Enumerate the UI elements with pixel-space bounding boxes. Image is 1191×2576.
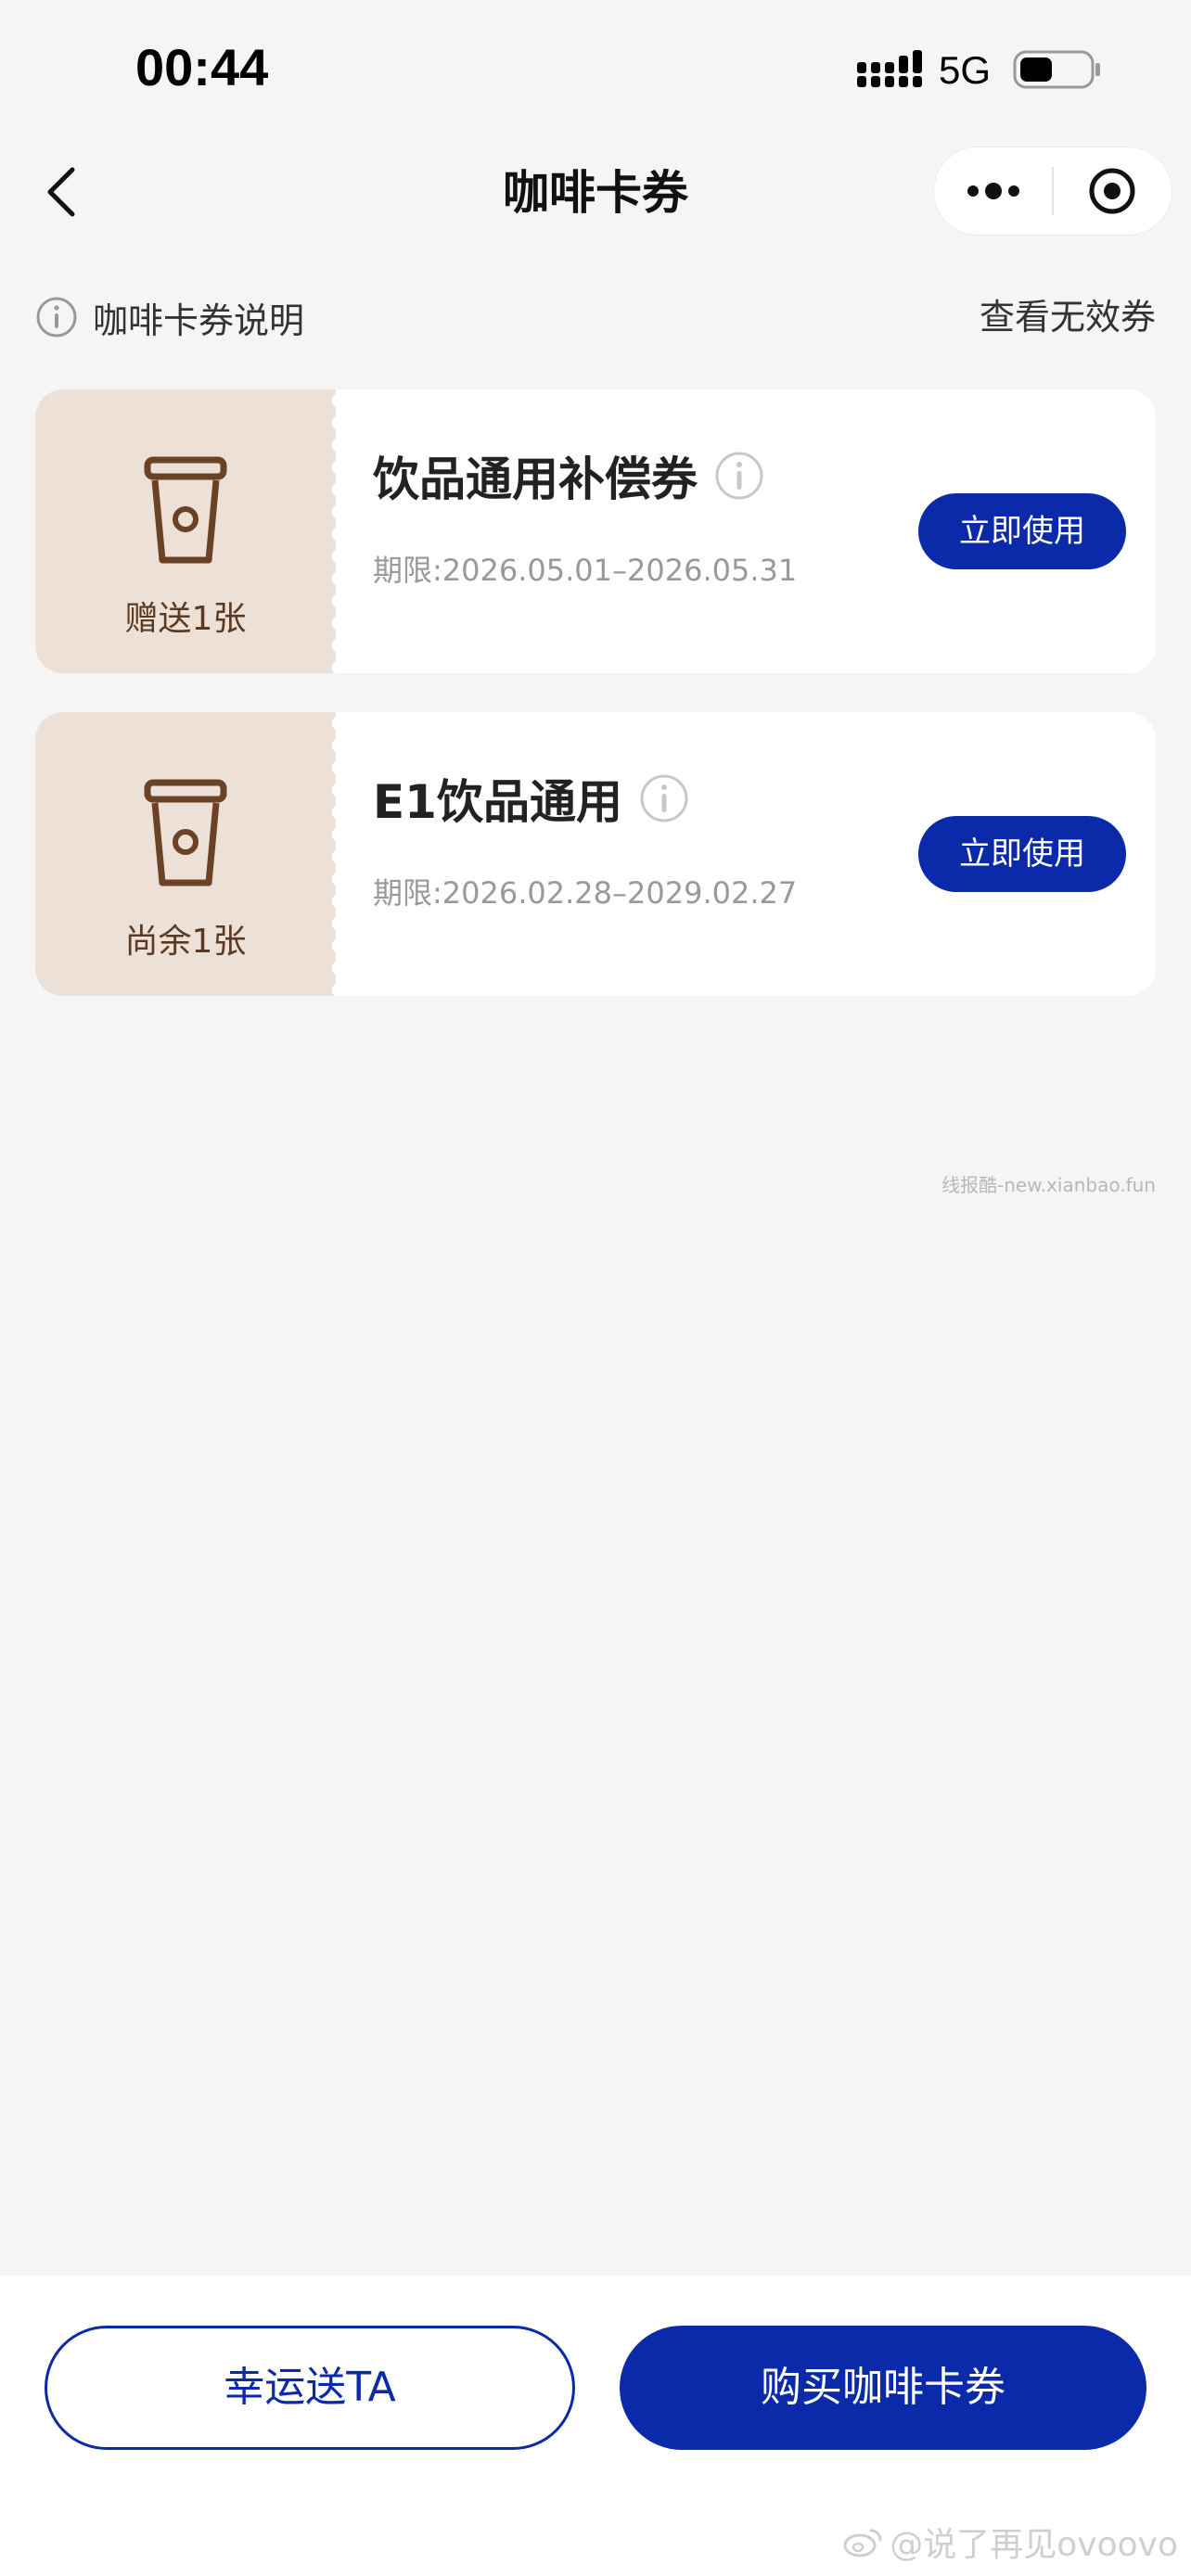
- coupon-count: 尚余1张: [124, 923, 247, 961]
- status-bar: 00:44 5G: [0, 0, 1191, 139]
- coupon-info-link[interactable]: 咖啡卡券说明: [35, 287, 304, 347]
- coupon-card: 赠送1张 饮品通用补偿券 期限:2026.05.01–2026.05.31 立即…: [35, 389, 1156, 673]
- use-now-button[interactable]: 立即使用: [918, 493, 1126, 569]
- network-label: 5G: [939, 48, 992, 92]
- coupon-name-text: 饮品通用补偿券: [373, 453, 698, 506]
- info-icon: [36, 297, 77, 338]
- coupon-info-label: 咖啡卡券说明: [93, 300, 305, 341]
- use-now-button[interactable]: 立即使用: [918, 816, 1126, 892]
- more-dots-icon: [967, 183, 1019, 199]
- coupon-stub: 尚余1张: [35, 712, 336, 996]
- buy-coupon-button[interactable]: 购买咖啡卡券: [620, 2326, 1146, 2450]
- subheader: 咖啡卡券说明 查看无效券: [35, 287, 1156, 347]
- info-icon[interactable]: [639, 773, 689, 823]
- coupon-perforation: [328, 712, 343, 996]
- mini-program-capsule: [933, 147, 1172, 236]
- coupon-stub: 赠送1张: [35, 389, 336, 673]
- site-watermark: 线报酷-new.xianbao.fun: [941, 1174, 1156, 1196]
- view-invalid-coupons-link[interactable]: 查看无效券: [980, 287, 1156, 347]
- coupon-card: 尚余1张 E1饮品通用 期限:2026.02.28–2029.02.27 立即使…: [35, 712, 1156, 996]
- user-watermark-text: @说了再见ovoovo: [890, 2526, 1178, 2564]
- user-watermark: @说了再见ovoovo: [843, 2519, 1178, 2565]
- more-button[interactable]: [934, 147, 1052, 236]
- coupon-count: 赠送1张: [124, 600, 247, 638]
- battery-icon: [1013, 50, 1100, 89]
- coffee-cup-icon: [144, 456, 227, 564]
- info-icon[interactable]: [714, 451, 764, 501]
- coupon-validity: 期限:2026.02.28–2029.02.27: [373, 875, 798, 911]
- signal-icon: [857, 50, 922, 87]
- close-mini-program-button[interactable]: [1054, 147, 1172, 236]
- status-time: 00:44: [135, 38, 269, 96]
- coffee-cup-icon: [144, 779, 227, 886]
- coupon-name: 饮品通用补偿券: [373, 443, 764, 508]
- coupon-name-text: E1饮品通用: [373, 775, 622, 829]
- gift-button[interactable]: 幸运送TA: [45, 2326, 575, 2450]
- bottom-action-bar: 幸运送TA 购买咖啡卡券 @说了再见ovoovo: [0, 2276, 1191, 2576]
- coupon-name: E1饮品通用: [373, 766, 689, 831]
- coupon-perforation: [328, 389, 343, 673]
- weibo-icon: [843, 2529, 882, 2557]
- target-circle-icon: [1089, 168, 1135, 214]
- coupon-validity: 期限:2026.05.01–2026.05.31: [373, 553, 798, 588]
